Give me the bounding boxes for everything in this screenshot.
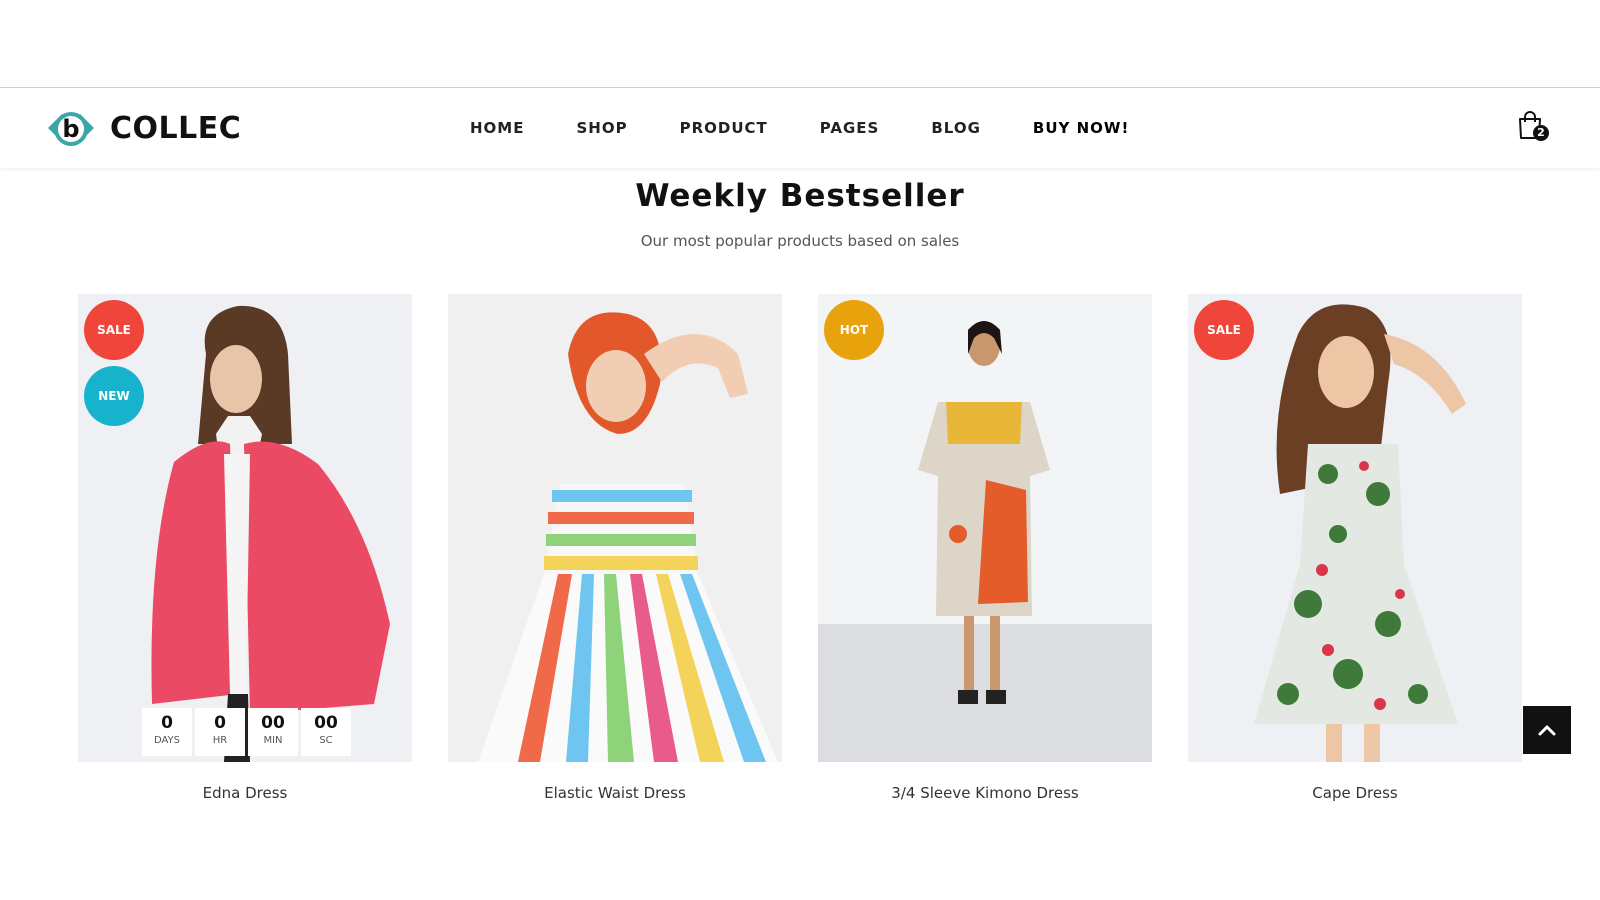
countdown-seconds: 00 SC [301,708,351,756]
cart-count-badge: 2 [1533,125,1549,141]
product-name[interactable]: 3/4 Sleeve Kimono Dress [818,784,1152,802]
product-image[interactable]: SALE NEW 0 DAYS 0 HR 00 MIN 00 SC [78,294,412,762]
product-image[interactable]: HOT [818,294,1152,762]
brand-name: COLLEC [110,110,242,146]
menu-item-blog[interactable]: BLOG [931,119,981,137]
sale-badge: SALE [1194,300,1254,360]
product-card[interactable]: Elastic Waist Dress [448,294,782,802]
product-name[interactable]: Cape Dress [1188,784,1522,802]
section-subtitle: Our most popular products based on sales [640,232,960,250]
new-badge: NEW [84,366,144,426]
back-to-top-button[interactable] [1523,706,1571,754]
menu-item-pages[interactable]: PAGES [820,119,880,137]
sale-badge: SALE [84,300,144,360]
menu-item-product[interactable]: PRODUCT [680,119,768,137]
product-card[interactable]: SALE Cape Dress [1188,294,1522,802]
product-card[interactable]: SALE NEW 0 DAYS 0 HR 00 MIN 00 SC Edna D… [78,294,412,802]
countdown-hours: 0 HR [195,708,245,756]
menu-item-buy-now[interactable]: BUY NOW! [1033,119,1129,137]
product-name[interactable]: Edna Dress [78,784,412,802]
product-image[interactable] [448,294,782,762]
product-photo-kimono-dress [818,294,1152,762]
cart-button[interactable]: 2 [1516,110,1550,144]
brand-logo[interactable]: b COLLEC [40,105,241,151]
menu-item-home[interactable]: HOME [470,119,524,137]
main-navbar: b COLLEC HOME SHOP PRODUCT PAGES BLOG BU… [0,88,1600,168]
countdown-days: 0 DAYS [142,708,192,756]
hot-badge: HOT [824,300,884,360]
product-image[interactable]: SALE [1188,294,1522,762]
product-photo-cape-dress [1188,294,1522,762]
product-card[interactable]: HOT 3/4 Sleeve Kimono Dress [818,294,1152,802]
top-blank-bar [0,0,1600,88]
svg-text:b: b [62,115,79,143]
product-name[interactable]: Elastic Waist Dress [448,784,782,802]
logo-mark-icon: b [48,112,94,146]
section-title: Weekly Bestseller [635,178,965,214]
sale-countdown: 0 DAYS 0 HR 00 MIN 00 SC [142,708,354,756]
product-photo-edna-dress [78,294,412,762]
product-photo-elastic-waist-dress [448,294,782,762]
primary-menu: HOME SHOP PRODUCT PAGES BLOG BUY NOW! [470,88,1129,168]
menu-item-shop[interactable]: SHOP [576,119,627,137]
countdown-minutes: 00 MIN [248,708,298,756]
chevron-up-icon [1538,725,1556,736]
